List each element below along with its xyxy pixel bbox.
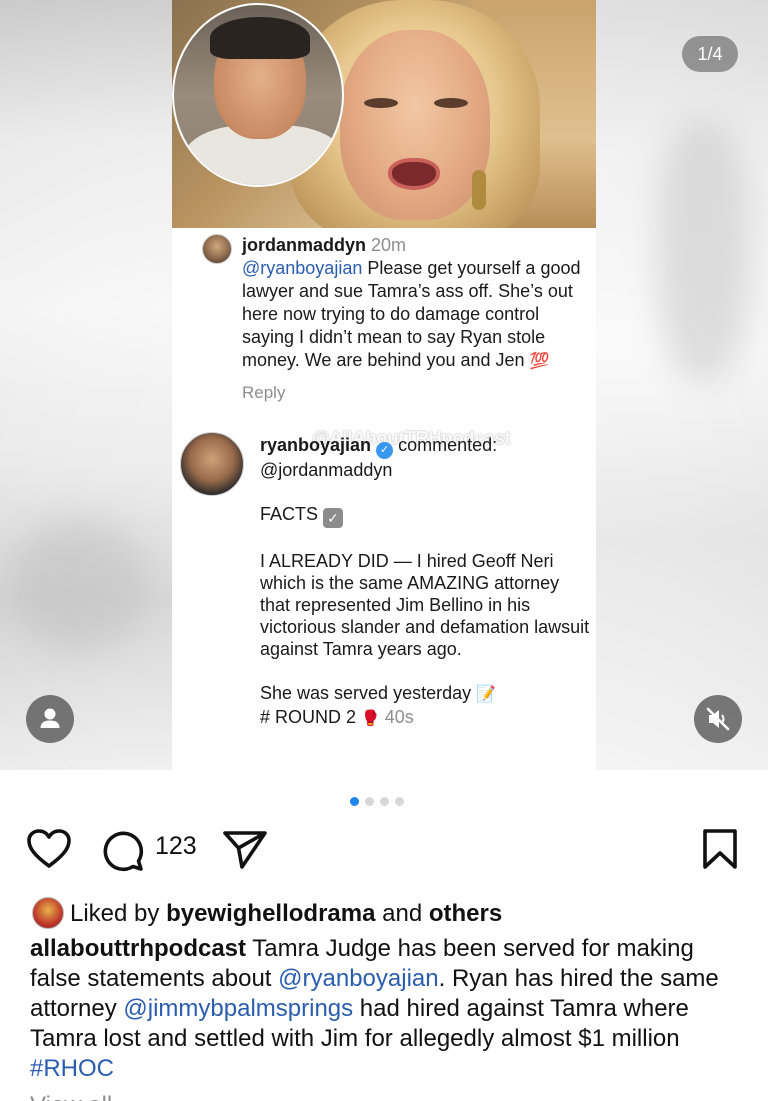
post-caption: allabouttrhpodcast Tamra Judge has been … — [30, 934, 742, 1084]
carousel-dot — [380, 797, 389, 806]
share-button[interactable] — [222, 828, 268, 875]
post-actions: 123 — [0, 822, 768, 874]
save-button[interactable] — [702, 828, 738, 875]
round-text: # ROUND 2 — [260, 707, 357, 727]
comment-username: ryanboyajian — [260, 435, 372, 455]
view-all-comments-link[interactable]: View all — [30, 1092, 112, 1101]
caption-mention[interactable]: @ryanboyajian — [278, 965, 438, 992]
speaker-muted-icon — [706, 707, 730, 731]
comment-count: 123 — [155, 832, 197, 860]
comment-ryanboyajian: ryanboyajian ✓ commented: @jordanmaddyn … — [180, 432, 590, 730]
reply-label: Reply — [242, 383, 286, 402]
likes-prefix: Liked by — [70, 900, 167, 927]
user-icon — [40, 708, 60, 728]
inset-portrait-photo — [172, 3, 344, 187]
comment-jordanmaddyn: jordanmaddyn 20m @ryanboyajian Please ge… — [202, 234, 582, 404]
caption-username[interactable]: allabouttrhpodcast — [30, 935, 246, 962]
facts-text: FACTS — [260, 504, 319, 524]
liker-avatar — [32, 897, 64, 929]
paper-plane-icon — [223, 831, 267, 869]
likes-and: and — [375, 900, 429, 927]
mute-button[interactable] — [694, 695, 742, 743]
comment-mention: @ryanboyajian — [242, 258, 363, 278]
comment-verb: commented: — [398, 435, 498, 455]
blurred-background-left — [0, 0, 172, 770]
verified-badge-icon: ✓ — [376, 442, 394, 459]
comment-button[interactable] — [101, 828, 145, 877]
comment-paragraph: I ALREADY DID — I hired Geoff Neri which… — [260, 551, 590, 659]
blurred-background-right — [596, 0, 768, 770]
carousel-indicator — [350, 793, 410, 806]
likes-others-link[interactable]: others — [429, 900, 502, 927]
comment-mention: @jordanmaddyn — [260, 460, 393, 480]
boxing-glove-emoji: 🥊 — [361, 710, 380, 727]
avatar — [180, 432, 244, 496]
comment-time: 40s — [384, 707, 414, 727]
carousel-dot — [395, 797, 404, 806]
carousel-counter: 1/4 — [682, 36, 738, 72]
caption-mention[interactable]: @jimmybpalmsprings — [123, 995, 353, 1022]
like-button[interactable] — [26, 828, 72, 875]
check-box-icon: ✓ — [323, 508, 344, 528]
hundred-emoji: 💯 — [529, 353, 550, 370]
served-text: She was served yesterday — [260, 683, 472, 703]
screenshot-card: jordanmaddyn 20m @ryanboyajian Please ge… — [172, 0, 596, 770]
tagged-users-button[interactable] — [26, 695, 74, 743]
post-media[interactable]: jordanmaddyn 20m @ryanboyajian Please ge… — [0, 0, 768, 770]
avatar — [202, 234, 232, 264]
liker-username[interactable]: byewighellodrama — [166, 900, 375, 927]
carousel-dot — [350, 797, 359, 806]
memo-emoji: 📝 — [476, 686, 497, 703]
carousel-dot — [365, 797, 374, 806]
caption-hashtag[interactable]: #RHOC — [30, 1055, 114, 1082]
likes-summary[interactable]: Liked by byewighellodrama and others — [32, 897, 502, 929]
comment-bubble-icon — [103, 831, 144, 872]
tv-still-photo — [172, 0, 596, 228]
comment-time: 20m — [371, 235, 407, 255]
bookmark-icon — [703, 829, 737, 869]
comment-username: jordanmaddyn — [242, 235, 367, 255]
heart-icon — [27, 829, 71, 868]
